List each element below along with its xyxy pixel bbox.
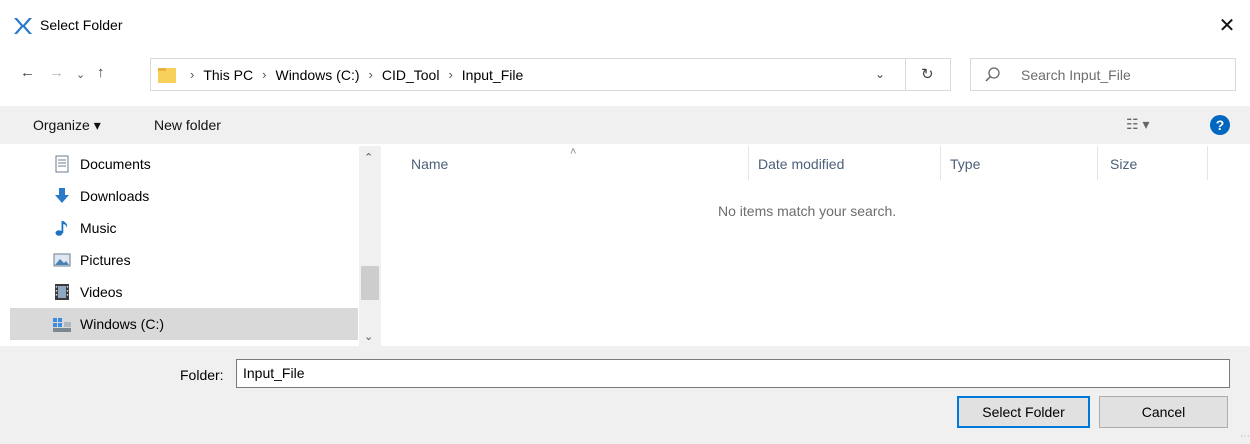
new-folder-button[interactable]: New folder [154, 117, 221, 133]
window-title: Select Folder [40, 17, 123, 33]
address-divider [905, 59, 906, 90]
breadcrumb-cid-tool[interactable]: CID_Tool [382, 67, 440, 83]
breadcrumb-separator: › [368, 67, 373, 82]
breadcrumb: › This PC › Windows (C:) › CID_Tool › In… [181, 67, 523, 83]
scroll-up-arrow[interactable]: ⌃ [364, 151, 373, 164]
address-bar[interactable]: › This PC › Windows (C:) › CID_Tool › In… [150, 58, 951, 91]
sidebar-item-music[interactable]: Music [10, 212, 358, 244]
file-list: ˄ Name Date modified Type Size No items … [384, 146, 1250, 346]
sidebar-item-label: Windows (C:) [80, 316, 165, 332]
footer-panel: Folder: Input_File Select Folder Cancel … [0, 346, 1250, 444]
back-button[interactable]: ← [20, 64, 35, 81]
breadcrumb-separator: › [190, 67, 195, 82]
sidebar-item-label: Downloads [80, 188, 150, 204]
column-header-size[interactable]: Size [1110, 156, 1137, 172]
sidebar-item-label: Music [80, 220, 117, 236]
sidebar-item-downloads[interactable]: Downloads [10, 180, 358, 212]
search-input[interactable]: Search Input_File [1021, 67, 1131, 83]
sort-ascending-icon: ˄ [570, 146, 577, 158]
refresh-icon[interactable]: ↻ [921, 65, 934, 83]
folder-name-input[interactable]: Input_File [236, 359, 1230, 388]
breadcrumb-windows-c[interactable]: Windows (C:) [275, 67, 359, 83]
close-button[interactable]: ✕ [1204, 8, 1250, 44]
videos-icon [55, 284, 69, 300]
cancel-button[interactable]: Cancel [1099, 396, 1228, 428]
navigation-pane-scrollbar[interactable]: ⌃ ⌄ [359, 146, 381, 346]
help-icon[interactable]: ? [1210, 115, 1230, 135]
select-folder-button[interactable]: Select Folder [957, 396, 1090, 428]
scroll-down-arrow[interactable]: ⌄ [364, 330, 373, 343]
app-icon [14, 18, 32, 34]
column-divider[interactable] [940, 146, 941, 180]
view-options-button[interactable]: ☷ ▾ [1126, 116, 1149, 133]
sidebar-item-pictures[interactable]: Pictures [10, 244, 358, 276]
recent-locations-button[interactable]: ⌄ [76, 68, 85, 81]
column-header-date-modified[interactable]: Date modified [758, 156, 844, 172]
breadcrumb-separator: › [448, 67, 453, 82]
sidebar-item-documents[interactable]: Documents [10, 148, 358, 180]
command-toolbar: Organize ▾ New folder ☷ ▾ ? [0, 106, 1250, 144]
breadcrumb-separator: › [262, 67, 267, 82]
address-dropdown-button[interactable]: ⌄ [875, 67, 885, 81]
sidebar-item-label: Videos [80, 284, 123, 300]
folder-label: Folder: [180, 367, 224, 383]
forward-button[interactable]: → [49, 64, 64, 81]
column-divider[interactable] [1207, 146, 1208, 180]
navigation-pane: Documents Downloads Music Pictures Video… [0, 146, 384, 346]
search-box[interactable]: Search Input_File [970, 58, 1236, 91]
pictures-icon [53, 253, 71, 267]
search-icon [985, 67, 1000, 82]
sidebar-item-label: Pictures [80, 252, 131, 268]
scrollbar-thumb[interactable] [361, 266, 379, 300]
sidebar-item-label: Documents [80, 156, 151, 172]
sidebar-item-videos[interactable]: Videos [10, 276, 358, 308]
empty-state-message: No items match your search. [718, 203, 897, 219]
column-divider[interactable] [748, 146, 749, 180]
navigation-bar: ← → ⌄ ↑ › This PC › Windows (C:) › CID_T… [0, 52, 1250, 96]
column-header-name[interactable]: Name [411, 156, 448, 172]
up-button[interactable]: ↑ [97, 64, 105, 81]
folder-icon [158, 68, 176, 83]
organize-button[interactable]: Organize ▾ [33, 117, 101, 134]
title-bar: Select Folder ✕ [0, 0, 1250, 52]
column-divider[interactable] [1097, 146, 1098, 180]
sidebar-item-windows-c[interactable]: Windows (C:) [10, 308, 358, 340]
breadcrumb-input-file[interactable]: Input_File [462, 67, 523, 83]
resize-grip-icon[interactable]: ⋯ [1240, 431, 1250, 442]
column-header-type[interactable]: Type [950, 156, 980, 172]
downloads-icon [55, 188, 69, 203]
breadcrumb-this-pc[interactable]: This PC [203, 67, 253, 83]
music-icon [55, 221, 68, 236]
drive-icon [53, 318, 71, 332]
documents-icon [55, 155, 69, 173]
